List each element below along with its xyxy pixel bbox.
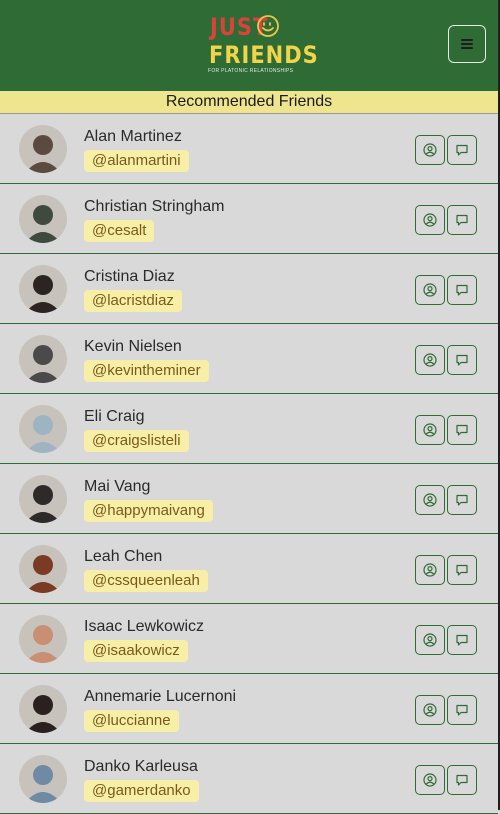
avatar[interactable] (19, 125, 67, 173)
message-button[interactable] (447, 205, 477, 235)
top-navbar: JUST FRIENDS FOR PLATONIC RELATIONSHIPS (0, 0, 498, 90)
just-friends-logo[interactable]: JUST FRIENDS FOR PLATONIC RELATIONSHIPS (208, 12, 318, 76)
chat-bubble-icon (456, 564, 468, 576)
friend-handle[interactable]: @kevintheminer (84, 360, 209, 382)
friend-row: Kevin Nielsen @kevintheminer (0, 324, 498, 394)
message-button[interactable] (447, 765, 477, 795)
view-profile-button[interactable] (415, 625, 445, 655)
view-profile-button[interactable] (415, 275, 445, 305)
friend-list: Alan Martinez @alanmartini Christian Strin… (0, 114, 498, 814)
chat-bubble-icon (456, 774, 468, 786)
view-profile-button[interactable] (415, 415, 445, 445)
message-button[interactable] (447, 135, 477, 165)
message-button[interactable] (447, 695, 477, 725)
avatar[interactable] (19, 755, 67, 803)
chat-bubble-icon (456, 704, 468, 716)
friend-name: Leah Chen (84, 548, 163, 565)
logo-friends-text: FRIENDS (209, 41, 319, 69)
message-button[interactable] (447, 415, 477, 445)
friend-handle[interactable]: @isaakowicz (84, 640, 188, 662)
friend-handle[interactable]: @lacristdiaz (84, 290, 182, 312)
view-profile-button[interactable] (415, 765, 445, 795)
hamburger-icon (461, 37, 473, 51)
friend-row: Isaac Lewkowicz @isaakowicz (0, 604, 498, 674)
friend-handle[interactable]: @cesalt (84, 220, 155, 242)
friend-handle[interactable]: @happymaivang (84, 500, 213, 522)
view-profile-button[interactable] (415, 345, 445, 375)
friend-handle[interactable]: @craigslisteli (84, 430, 189, 452)
message-button[interactable] (447, 555, 477, 585)
profile-circle-icon (423, 283, 437, 297)
friend-row: Cristina Diaz @lacristdiaz (0, 254, 498, 324)
chat-bubble-icon (456, 494, 468, 506)
friend-name: Isaac Lewkowicz (84, 618, 205, 635)
profile-circle-icon (423, 423, 437, 437)
profile-circle-icon (423, 143, 437, 157)
avatar[interactable] (19, 405, 67, 453)
friend-name: Mai Vang (84, 478, 151, 495)
avatar[interactable] (19, 615, 67, 663)
view-profile-button[interactable] (415, 135, 445, 165)
view-profile-button[interactable] (415, 695, 445, 725)
profile-circle-icon (423, 353, 437, 367)
avatar[interactable] (19, 195, 67, 243)
chat-bubble-icon (456, 634, 468, 646)
avatar[interactable] (19, 685, 67, 733)
friend-row: Alan Martinez @alanmartini (0, 114, 498, 184)
friend-handle[interactable]: @luccianne (84, 710, 179, 732)
view-profile-button[interactable] (415, 205, 445, 235)
profile-circle-icon (423, 773, 437, 787)
friend-handle[interactable]: @gamerdanko (84, 780, 199, 802)
profile-circle-icon (423, 563, 437, 577)
chat-bubble-icon (456, 144, 468, 156)
message-button[interactable] (447, 485, 477, 515)
friend-row: Christian Stringham @cesalt (0, 184, 498, 254)
friend-row: Mai Vang @happymaivang (0, 464, 498, 534)
friend-name: Annemarie Lucernoni (84, 688, 237, 705)
profile-circle-icon (423, 493, 437, 507)
chat-bubble-icon (456, 284, 468, 296)
avatar[interactable] (19, 335, 67, 383)
menu-button[interactable] (448, 25, 486, 63)
friend-name: Kevin Nielsen (84, 338, 182, 355)
avatar[interactable] (19, 475, 67, 523)
friend-row: Eli Craig @craigslisteli (0, 394, 498, 464)
chat-bubble-icon (456, 424, 468, 436)
friend-row: Leah Chen @cssqueenleah (0, 534, 498, 604)
chat-bubble-icon (456, 354, 468, 366)
view-profile-button[interactable] (415, 485, 445, 515)
friend-row: Danko Karleusa @gamerdanko (0, 744, 498, 814)
avatar[interactable] (19, 265, 67, 313)
chat-bubble-icon (456, 214, 468, 226)
logo-tagline: FOR PLATONIC RELATIONSHIPS (208, 68, 294, 74)
section-title: Recommended Friends (0, 90, 498, 114)
friend-row: Annemarie Lucernoni @luccianne (0, 674, 498, 744)
avatar[interactable] (19, 545, 67, 593)
friend-handle[interactable]: @alanmartini (84, 150, 189, 172)
smiley-icon (257, 15, 279, 37)
profile-circle-icon (423, 213, 437, 227)
friend-name: Danko Karleusa (84, 758, 198, 775)
message-button[interactable] (447, 275, 477, 305)
friend-name: Cristina Diaz (84, 268, 175, 285)
view-profile-button[interactable] (415, 555, 445, 585)
friend-name: Christian Stringham (84, 198, 225, 215)
friend-name: Eli Craig (84, 408, 145, 425)
message-button[interactable] (447, 625, 477, 655)
message-button[interactable] (447, 345, 477, 375)
profile-circle-icon (423, 703, 437, 717)
friend-handle[interactable]: @cssqueenleah (84, 570, 208, 592)
friend-name: Alan Martinez (84, 128, 182, 145)
profile-circle-icon (423, 633, 437, 647)
